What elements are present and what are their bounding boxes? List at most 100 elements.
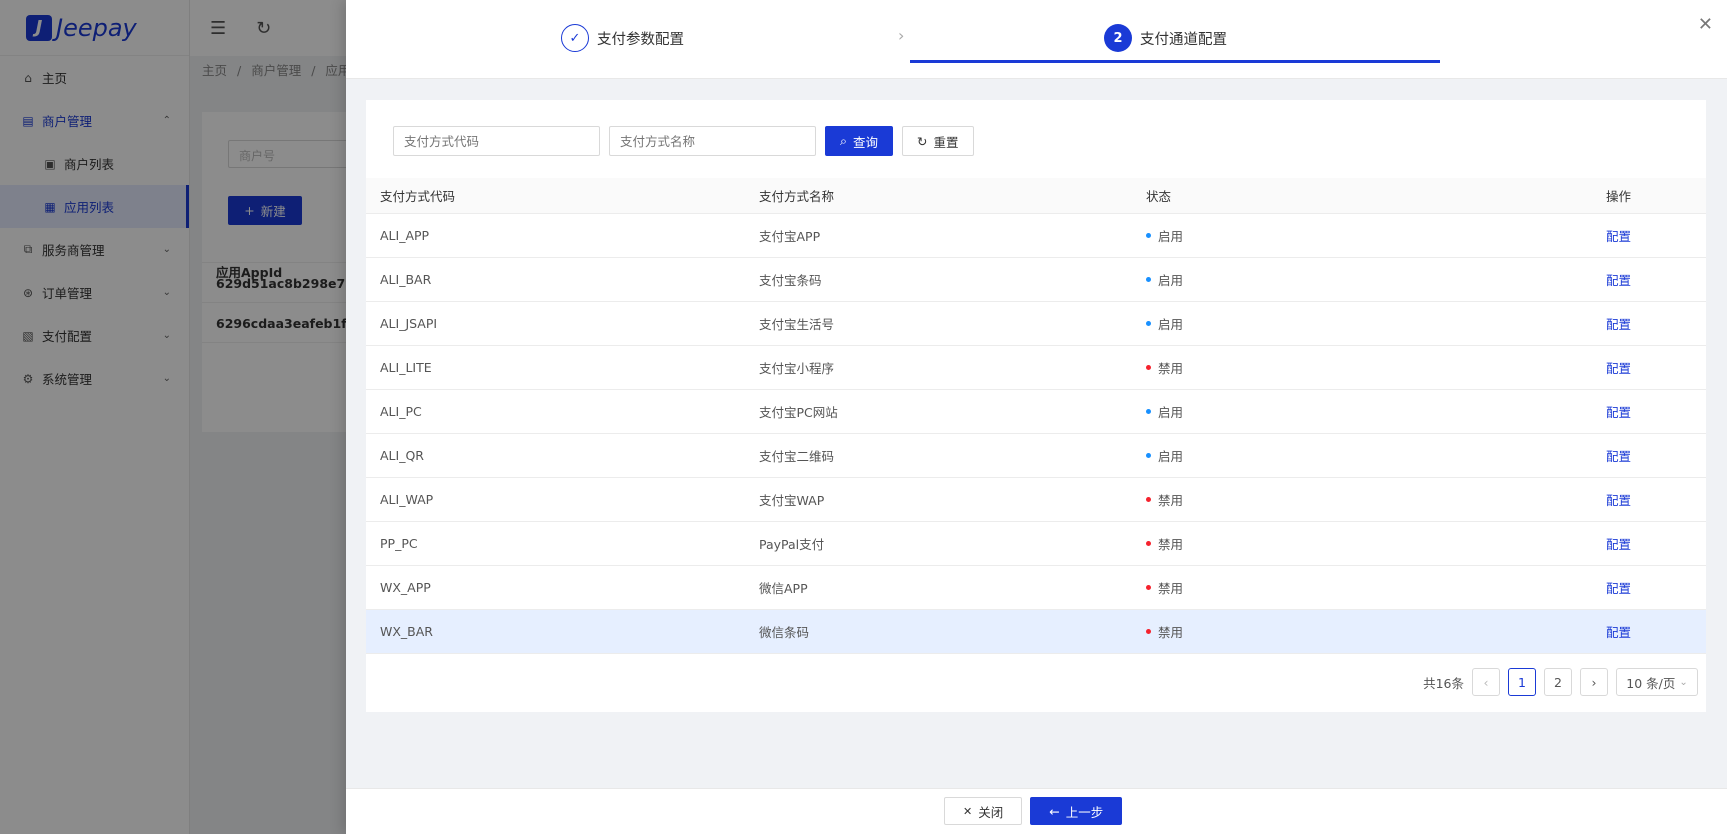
close-button[interactable]: ✕ 关闭 bbox=[944, 797, 1023, 825]
status-text: 启用 bbox=[1158, 449, 1184, 464]
search-icon: ⌕ bbox=[840, 133, 848, 148]
step-number: 2 bbox=[1104, 24, 1132, 52]
config-link[interactable]: 配置 bbox=[1606, 493, 1631, 508]
status-text: 启用 bbox=[1158, 229, 1184, 244]
config-link[interactable]: 配置 bbox=[1606, 625, 1631, 640]
config-link[interactable]: 配置 bbox=[1606, 273, 1631, 288]
status-dot bbox=[1146, 629, 1151, 634]
pay-config-drawer: ✓ 支付参数配置 › 2 支付通道配置 ✕ ⌕ 查询 ↻ 重置 支付方式代码 bbox=[346, 0, 1727, 834]
prev-step-button[interactable]: ← 上一步 bbox=[1030, 797, 1123, 825]
action-cell: 配置 bbox=[1592, 270, 1706, 289]
status-text: 启用 bbox=[1158, 273, 1184, 288]
pay-name-input[interactable] bbox=[609, 126, 816, 156]
status-cell: 禁用 bbox=[1132, 358, 1592, 377]
status-cell: 禁用 bbox=[1132, 578, 1592, 597]
status-dot bbox=[1146, 277, 1151, 282]
pay-name-cell: 支付宝二维码 bbox=[759, 449, 835, 464]
page-size-value: 10 条/页 bbox=[1626, 675, 1676, 691]
config-link[interactable]: 配置 bbox=[1606, 581, 1631, 596]
status-text: 禁用 bbox=[1158, 493, 1184, 508]
status-dot bbox=[1146, 409, 1151, 414]
status-text: 禁用 bbox=[1158, 537, 1184, 552]
status-cell: 启用 bbox=[1132, 446, 1592, 465]
pagination: 共16条 ‹ 1 2 › 10 条/页 ⌄ bbox=[1423, 668, 1698, 696]
header-name: 支付方式名称 bbox=[759, 189, 835, 204]
pay-name-cell: 支付宝生活号 bbox=[759, 317, 835, 332]
chevron-down-icon: ⌄ bbox=[1679, 676, 1688, 688]
pay-code-cell: ALI_APP bbox=[380, 228, 430, 243]
table-row: ALI_QR 支付宝二维码 启用 配置 bbox=[366, 434, 1706, 478]
status-dot bbox=[1146, 365, 1151, 370]
pay-code-input[interactable] bbox=[393, 126, 600, 156]
config-link[interactable]: 配置 bbox=[1606, 229, 1631, 244]
config-link[interactable]: 配置 bbox=[1606, 537, 1631, 552]
step-label: 支付通道配置 bbox=[1140, 31, 1227, 48]
table-row: ALI_WAP 支付宝WAP 禁用 配置 bbox=[366, 478, 1706, 522]
pay-code-cell: WX_BAR bbox=[380, 624, 433, 639]
step-pay-params[interactable]: ✓ 支付参数配置 bbox=[561, 24, 684, 52]
table-row: ALI_JSAPI 支付宝生活号 启用 配置 bbox=[366, 302, 1706, 346]
close-icon[interactable]: ✕ bbox=[1698, 14, 1713, 35]
table-header-row: 支付方式代码 支付方式名称 状态 操作 bbox=[366, 178, 1706, 214]
status-cell: 启用 bbox=[1132, 402, 1592, 421]
status-cell: 启用 bbox=[1132, 314, 1592, 333]
search-bar: ⌕ 查询 ↻ 重置 bbox=[393, 126, 974, 156]
config-link[interactable]: 配置 bbox=[1606, 317, 1631, 332]
header-code: 支付方式代码 bbox=[380, 189, 456, 204]
status-text: 禁用 bbox=[1158, 625, 1184, 640]
pay-code-cell: PP_PC bbox=[380, 536, 418, 551]
table-row: WX_APP 微信APP 禁用 配置 bbox=[366, 566, 1706, 610]
close-label: 关闭 bbox=[978, 804, 1004, 820]
reset-button[interactable]: ↻ 重置 bbox=[902, 126, 974, 156]
footer-buttons: ✕ 关闭 ← 上一步 bbox=[944, 797, 1123, 825]
status-dot bbox=[1146, 497, 1151, 502]
next-page-button[interactable]: › bbox=[1580, 668, 1608, 696]
pay-name-cell: 支付宝WAP bbox=[759, 493, 825, 508]
prev-page-button[interactable]: ‹ bbox=[1472, 668, 1500, 696]
status-dot bbox=[1146, 233, 1151, 238]
page-2-button[interactable]: 2 bbox=[1544, 668, 1572, 696]
channel-panel: ⌕ 查询 ↻ 重置 支付方式代码 支付方式名称 状态 操作 ALI_APP 支付宝… bbox=[366, 100, 1706, 712]
reset-label: 重置 bbox=[933, 134, 959, 150]
config-link[interactable]: 配置 bbox=[1606, 449, 1631, 464]
pay-way-table: 支付方式代码 支付方式名称 状态 操作 ALI_APP 支付宝APP 启用 配置 ALI… bbox=[366, 178, 1706, 654]
pay-name-cell: 支付宝小程序 bbox=[759, 361, 835, 376]
table-row: ALI_PC 支付宝PC网站 启用 配置 bbox=[366, 390, 1706, 434]
reset-icon: ↻ bbox=[917, 133, 928, 149]
query-label: 查询 bbox=[853, 134, 879, 150]
pay-code-cell: ALI_BAR bbox=[380, 272, 432, 287]
status-dot bbox=[1146, 585, 1151, 590]
action-cell: 配置 bbox=[1592, 490, 1706, 509]
total-count: 共16条 bbox=[1423, 675, 1464, 691]
status-cell: 禁用 bbox=[1132, 490, 1592, 509]
pay-code-cell: WX_APP bbox=[380, 580, 431, 595]
pay-name-cell: 微信APP bbox=[759, 581, 808, 596]
step-pay-channel[interactable]: 2 支付通道配置 bbox=[1104, 24, 1227, 52]
config-link[interactable]: 配置 bbox=[1606, 405, 1631, 420]
action-cell: 配置 bbox=[1592, 622, 1706, 641]
pay-code-cell: ALI_LITE bbox=[380, 360, 432, 375]
config-link[interactable]: 配置 bbox=[1606, 361, 1631, 376]
query-button[interactable]: ⌕ 查询 bbox=[825, 126, 894, 156]
pay-code-cell: ALI_WAP bbox=[380, 492, 434, 507]
page-size-select[interactable]: 10 条/页 ⌄ bbox=[1616, 668, 1698, 696]
active-step-indicator bbox=[910, 60, 1440, 63]
action-cell: 配置 bbox=[1592, 314, 1706, 333]
pay-name-cell: 支付宝PC网站 bbox=[759, 405, 838, 420]
page-1-button[interactable]: 1 bbox=[1508, 668, 1536, 696]
status-text: 启用 bbox=[1158, 317, 1184, 332]
pay-code-cell: ALI_JSAPI bbox=[380, 316, 438, 331]
status-text: 禁用 bbox=[1158, 361, 1184, 376]
pay-name-cell: 支付宝条码 bbox=[759, 273, 822, 288]
pay-code-cell: ALI_PC bbox=[380, 404, 422, 419]
table-body: ALI_APP 支付宝APP 启用 配置 ALI_BAR 支付宝条码 启用 配置 ALI_JSA… bbox=[366, 214, 1706, 654]
check-icon: ✓ bbox=[561, 24, 589, 52]
table-row: ALI_APP 支付宝APP 启用 配置 bbox=[366, 214, 1706, 258]
pay-name-cell: 支付宝APP bbox=[759, 229, 821, 244]
action-cell: 配置 bbox=[1592, 534, 1706, 553]
drawer-footer: ✕ 关闭 ← 上一步 bbox=[346, 788, 1727, 834]
pay-code-cell: ALI_QR bbox=[380, 448, 424, 463]
pay-name-cell: 微信条码 bbox=[759, 625, 810, 640]
action-cell: 配置 bbox=[1592, 226, 1706, 245]
table-row: ALI_LITE 支付宝小程序 禁用 配置 bbox=[366, 346, 1706, 390]
